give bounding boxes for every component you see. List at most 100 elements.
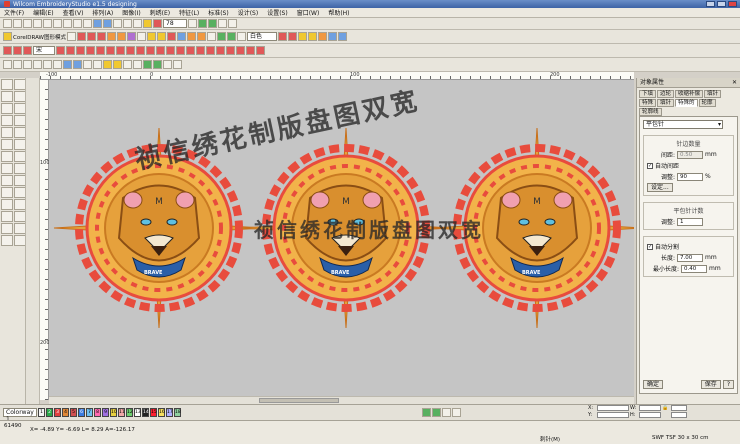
trim-icon[interactable]: [217, 32, 226, 41]
zoom-in-icon[interactable]: [93, 19, 102, 28]
digitize-d-icon[interactable]: [14, 163, 25, 174]
fill-holes-icon[interactable]: [1, 187, 13, 198]
input-b-icon[interactable]: [13, 46, 22, 55]
lock-ratio-icon[interactable]: 🔒: [662, 405, 670, 411]
tool-h-icon[interactable]: [14, 235, 25, 246]
lock-icon[interactable]: [83, 60, 92, 69]
e-stitch-icon[interactable]: [116, 46, 125, 55]
weld-icon[interactable]: [298, 32, 307, 41]
thread-color-combo[interactable]: 白色: [247, 32, 277, 41]
polygon-icon[interactable]: [1, 127, 13, 138]
stitch-player-icon[interactable]: [198, 19, 207, 28]
adjust-field[interactable]: 90: [677, 172, 704, 181]
help-button[interactable]: ?: [722, 380, 734, 389]
tab-underlay[interactable]: 下填: [639, 90, 657, 98]
color-chip[interactable]: 5: [70, 408, 77, 417]
shape-d-icon[interactable]: [14, 211, 25, 222]
color-chip[interactable]: 16: [158, 408, 165, 417]
spacing-field[interactable]: 0.50: [677, 150, 704, 159]
align-middle-icon[interactable]: [43, 60, 52, 69]
zigzag-icon[interactable]: [106, 46, 115, 55]
manual-stitch-icon[interactable]: [1, 175, 13, 186]
open-icon[interactable]: [13, 19, 22, 28]
horizontal-scrollbar[interactable]: [49, 396, 634, 404]
triple-run-icon[interactable]: [66, 46, 75, 55]
undo-icon[interactable]: [73, 19, 82, 28]
stop-icon[interactable]: [237, 32, 246, 41]
align-top-icon[interactable]: [33, 60, 42, 69]
knife-icon[interactable]: [14, 91, 25, 102]
motif-icon[interactable]: [107, 32, 116, 41]
thread-chart-icon[interactable]: [442, 408, 451, 417]
tab-special-b[interactable]: 特殊的: [675, 99, 698, 107]
fix-button[interactable]: 确定: [643, 380, 664, 389]
wave-icon[interactable]: [206, 46, 215, 55]
color-settings-icon[interactable]: [452, 408, 461, 417]
star-fill-icon[interactable]: [186, 46, 195, 55]
pattern-icon[interactable]: [167, 32, 176, 41]
ungroup-icon[interactable]: [73, 60, 82, 69]
w-field[interactable]: [639, 405, 661, 411]
menu-features[interactable]: 特征(L): [179, 8, 199, 17]
shape-a-icon[interactable]: [1, 199, 13, 210]
stemstitch-icon[interactable]: [86, 46, 95, 55]
rotate-left-icon[interactable]: [123, 60, 132, 69]
photo-flash-icon[interactable]: [256, 46, 265, 55]
menu-image[interactable]: 图像(I): [122, 8, 140, 17]
tab-outline[interactable]: 轮廓: [698, 99, 716, 107]
branching-icon[interactable]: [338, 32, 347, 41]
remove-color-icon[interactable]: [432, 408, 441, 417]
team-names-icon[interactable]: [14, 139, 25, 150]
tab-fill-b[interactable]: 填针: [657, 99, 675, 107]
color-chip[interactable]: 4: [62, 408, 69, 417]
tab-edge[interactable]: 边轮: [657, 90, 675, 98]
tab-outline-line[interactable]: 轮廓线: [639, 108, 662, 116]
tab-special-a[interactable]: 特殊: [639, 99, 657, 107]
settings-button[interactable]: 设定...: [647, 183, 673, 192]
mirror-v-icon[interactable]: [113, 60, 122, 69]
menu-embroidery[interactable]: 刺绣(E): [150, 8, 170, 17]
grid-icon[interactable]: [123, 19, 132, 28]
length-field[interactable]: 7.00: [677, 253, 704, 262]
stitch-type-icon[interactable]: [77, 32, 86, 41]
stitch-type-select[interactable]: 平包针: [643, 120, 723, 129]
backstitch-icon[interactable]: [76, 46, 85, 55]
jump-icon[interactable]: [14, 175, 25, 186]
monogram-icon[interactable]: [1, 139, 13, 150]
min-length-field[interactable]: 0.40: [681, 264, 708, 273]
wreath-icon[interactable]: [153, 60, 162, 69]
stitch-edit-icon[interactable]: [1, 103, 13, 114]
polyline-select-icon[interactable]: [14, 79, 25, 90]
auto-spacing-checkbox[interactable]: ✓: [647, 162, 653, 169]
run-icon[interactable]: [56, 46, 65, 55]
tool-f-icon[interactable]: [14, 223, 25, 234]
left-scroll-strip[interactable]: [26, 78, 40, 404]
color-chip[interactable]: 12: [126, 408, 133, 417]
color-chip[interactable]: 15: [150, 408, 157, 417]
column-a-icon[interactable]: [126, 46, 135, 55]
lettering-icon[interactable]: [67, 32, 76, 41]
color-chip[interactable]: 11: [118, 408, 125, 417]
appliqué-icon[interactable]: [127, 32, 136, 41]
tool-g-icon[interactable]: [1, 235, 13, 246]
color-chip[interactable]: 2: [46, 408, 53, 417]
effects-icon[interactable]: [157, 32, 166, 41]
scale-h-field[interactable]: [671, 412, 687, 418]
x-field[interactable]: [597, 405, 629, 411]
color-chip[interactable]: 13: [134, 408, 141, 417]
reshape-tool-icon[interactable]: [1, 91, 13, 102]
contour-icon[interactable]: [196, 46, 205, 55]
menu-file[interactable]: 文件(F): [4, 8, 24, 17]
colorway-select[interactable]: Colorway 1: [3, 408, 37, 423]
color-chip[interactable]: 10: [110, 408, 117, 417]
carving-icon[interactable]: [226, 46, 235, 55]
input-a-icon[interactable]: [3, 46, 12, 55]
color-chip[interactable]: 9: [102, 408, 109, 417]
redo-icon[interactable]: [83, 19, 92, 28]
travel-icon[interactable]: [14, 103, 25, 114]
group-icon[interactable]: [63, 60, 72, 69]
menu-standard[interactable]: 标准(S): [208, 8, 229, 17]
print-icon[interactable]: [33, 19, 42, 28]
align-bottom-icon[interactable]: [53, 60, 62, 69]
copy-icon[interactable]: [53, 19, 62, 28]
